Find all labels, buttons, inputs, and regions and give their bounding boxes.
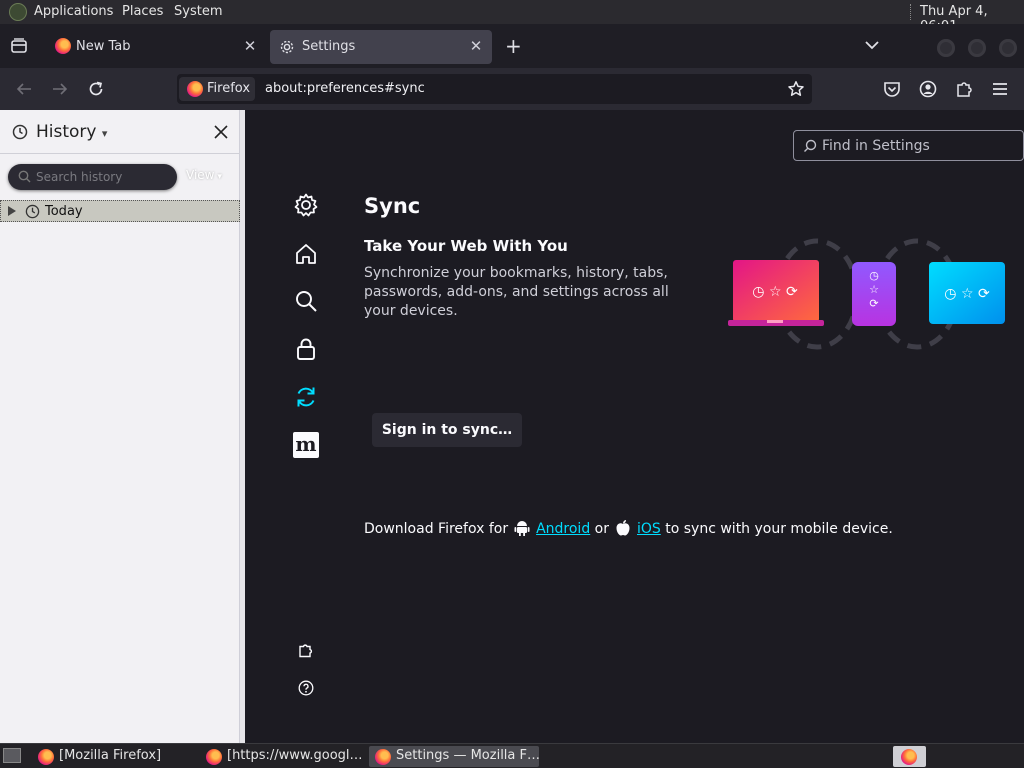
new-tab-plus-icon[interactable]: + xyxy=(505,36,522,56)
android-link[interactable]: Android xyxy=(536,521,590,537)
category-home-icon[interactable] xyxy=(293,241,319,267)
navigation-toolbar: Firefox about:preferences#sync xyxy=(0,68,1024,110)
svg-text:☆: ☆ xyxy=(869,283,879,296)
view-button-label: View xyxy=(186,168,215,182)
sidebar-title: History xyxy=(36,122,97,142)
sidebar-header: History ▾ xyxy=(0,110,240,154)
tab-label: Settings xyxy=(302,39,356,54)
bookmark-star-icon[interactable] xyxy=(787,80,805,98)
reload-icon[interactable] xyxy=(87,80,105,98)
svg-text:⟳: ⟳ xyxy=(869,297,878,310)
download-suffix: to sync with your mobile device. xyxy=(665,521,893,537)
download-prefix: Download Firefox for xyxy=(364,521,509,537)
svg-text:◷ ☆ ⟳: ◷ ☆ ⟳ xyxy=(752,284,798,300)
category-mozilla-m-icon[interactable]: m xyxy=(293,432,319,458)
list-all-tabs-chevron-icon[interactable] xyxy=(864,39,880,51)
url-text[interactable]: about:preferences#sync xyxy=(265,81,425,96)
search-icon xyxy=(18,170,31,183)
firefox-logo-icon xyxy=(55,38,71,54)
extensions-themes-puzzle-icon[interactable] xyxy=(298,642,314,658)
category-sync-icon[interactable] xyxy=(293,384,319,410)
firefox-logo-icon xyxy=(206,749,222,765)
close-sidebar-icon[interactable] xyxy=(213,124,229,140)
android-icon xyxy=(514,519,530,536)
top-panel: Applications Places System Thu Apr 4, 06… xyxy=(0,0,1024,34)
applications-menu[interactable]: Applications xyxy=(34,4,113,19)
help-question-icon[interactable] xyxy=(298,680,314,696)
tab-settings[interactable]: Settings ✕ xyxy=(270,30,492,64)
section-heading: Take Your Web With You xyxy=(364,237,568,255)
category-privacy-lock-icon[interactable] xyxy=(293,336,319,362)
settings-page: m Sync Take Your Web With You Synchroniz… xyxy=(245,110,1024,743)
panel-grip xyxy=(910,4,914,20)
minimize-window-button[interactable] xyxy=(937,39,955,57)
svg-text:◷ ☆ ⟳: ◷ ☆ ⟳ xyxy=(944,286,990,302)
clock-icon xyxy=(25,204,40,219)
tab-strip: New Tab ✕ Settings ✕ + xyxy=(0,24,1024,68)
history-folder-label: Today xyxy=(45,204,83,219)
sync-description: Synchronize your bookmarks, history, tab… xyxy=(364,265,669,319)
places-menu[interactable]: Places xyxy=(122,4,163,19)
window-list-taskbar: [Mozilla Firefox] [https://www.googl… Se… xyxy=(0,743,1024,768)
maximize-window-button[interactable] xyxy=(968,39,986,57)
sign-in-to-sync-button[interactable]: Sign in to sync… xyxy=(372,413,522,447)
chevron-down-icon: ▾ xyxy=(101,127,108,140)
history-sidebar: History ▾ View ▾ Today xyxy=(0,110,240,743)
hamburger-menu-icon[interactable] xyxy=(991,81,1009,97)
apple-icon xyxy=(615,519,631,536)
taskbar-item-label: [Mozilla Firefox] xyxy=(59,748,162,763)
tab-label: New Tab xyxy=(76,39,131,54)
workspace-switcher[interactable] xyxy=(893,746,926,767)
view-menu-button[interactable]: View ▾ xyxy=(186,168,222,182)
taskbar-item[interactable]: [Mozilla Firefox] xyxy=(32,746,197,767)
back-arrow-icon[interactable] xyxy=(15,81,33,97)
tab-new-tab[interactable]: New Tab ✕ xyxy=(44,30,266,64)
taskbar-item[interactable]: [https://www.googl… xyxy=(200,746,366,767)
taskbar-item-label: [https://www.googl… xyxy=(227,748,363,763)
search-history-input[interactable] xyxy=(36,168,170,186)
category-general-gear-icon[interactable] xyxy=(293,192,319,218)
forward-arrow-icon[interactable] xyxy=(51,81,69,97)
applications-menu-icon[interactable] xyxy=(9,3,27,21)
svg-text:◷: ◷ xyxy=(869,269,879,282)
history-tree-row[interactable]: Today xyxy=(0,200,240,222)
find-in-settings-input[interactable] xyxy=(822,136,1017,156)
account-icon[interactable] xyxy=(919,80,937,98)
firefox-logo-icon xyxy=(901,749,917,765)
close-tab-icon[interactable]: ✕ xyxy=(468,38,484,54)
sidebar-switcher[interactable]: History ▾ xyxy=(36,122,107,142)
chevron-down-icon: ▾ xyxy=(214,172,222,182)
expand-triangle-icon[interactable] xyxy=(7,205,17,217)
pocket-icon[interactable] xyxy=(883,81,901,98)
mobile-download-line: Download Firefox for Android or iOS to syn… xyxy=(364,519,893,537)
sync-devices-illustration: ◷ ☆ ⟳ ◷ ☆ ⟳ ◷ ☆ ⟳ xyxy=(727,232,1009,352)
taskbar-item-active[interactable]: Settings — Mozilla F… xyxy=(369,746,540,767)
show-desktop-icon[interactable] xyxy=(3,748,21,763)
firefox-logo-icon xyxy=(375,749,391,765)
find-in-settings-field[interactable] xyxy=(793,130,1024,161)
page-title: Sync xyxy=(364,194,421,218)
identity-label: Firefox xyxy=(207,81,251,96)
url-bar[interactable]: Firefox about:preferences#sync xyxy=(177,74,812,104)
firefox-view-icon[interactable] xyxy=(10,38,28,54)
firefox-logo-icon xyxy=(38,749,54,765)
ios-link[interactable]: iOS xyxy=(637,521,661,537)
close-tab-icon[interactable]: ✕ xyxy=(242,38,258,54)
category-search-icon[interactable] xyxy=(293,288,319,314)
taskbar-item-label: Settings — Mozilla F… xyxy=(396,748,540,763)
firefox-logo-icon xyxy=(187,81,203,97)
identity-box[interactable]: Firefox xyxy=(179,77,255,101)
search-icon xyxy=(803,139,817,153)
system-menu[interactable]: System xyxy=(174,4,222,19)
or-text: or xyxy=(594,521,609,537)
extensions-puzzle-icon[interactable] xyxy=(955,80,973,98)
clock-icon xyxy=(12,124,28,140)
search-history-field[interactable] xyxy=(8,164,177,190)
gear-icon xyxy=(279,39,295,55)
close-window-button[interactable] xyxy=(999,39,1017,57)
